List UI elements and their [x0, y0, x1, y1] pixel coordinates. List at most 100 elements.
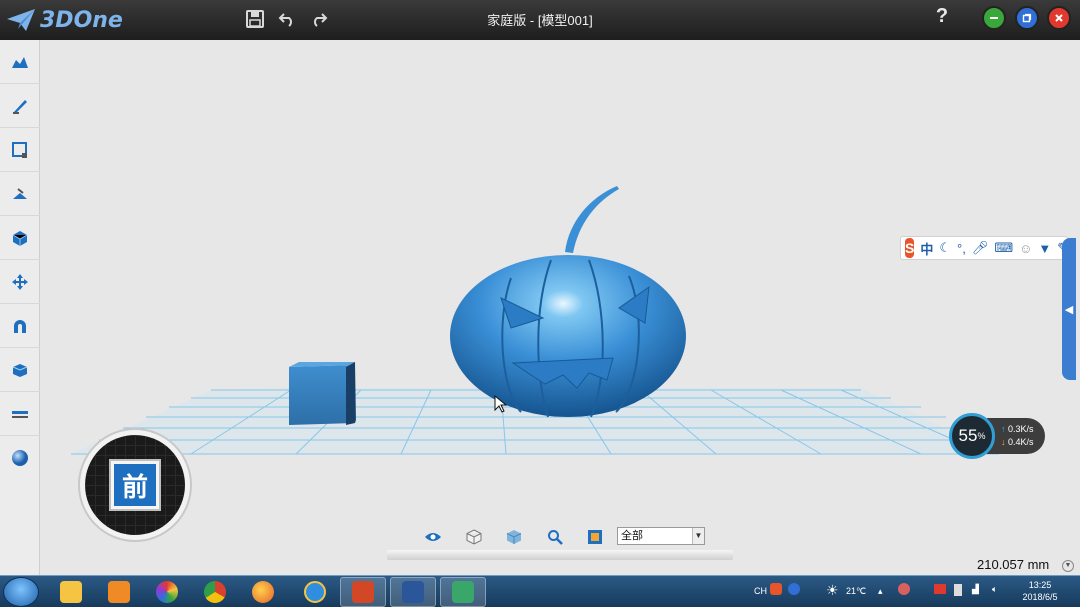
- sketch-edit-tool[interactable]: [0, 128, 40, 172]
- word-icon[interactable]: [390, 577, 436, 607]
- upload-rate: 0.3K/s: [1008, 424, 1034, 434]
- title-bar: 3DOne 家庭版 - [模型001] ?: [0, 0, 1080, 40]
- network-speed-widget[interactable]: ↑ 0.3K/s ↓ 0.4K/s 55%: [949, 413, 1045, 459]
- action-center-icon[interactable]: [934, 584, 946, 594]
- combine-icon: [12, 363, 28, 377]
- ie-icon[interactable]: [292, 577, 338, 607]
- minimize-button[interactable]: [982, 6, 1006, 30]
- punctuation-icon[interactable]: °,: [957, 241, 966, 256]
- help-tray-icon[interactable]: [788, 583, 800, 595]
- paper-plane-icon: [7, 9, 35, 31]
- volume-icon[interactable]: 🔈︎: [992, 584, 997, 595]
- measurement-toggle[interactable]: ▼: [1062, 560, 1074, 572]
- measurement-readout: 210.057 mm: [977, 557, 1050, 572]
- scene-canvas[interactable]: [41, 40, 1080, 575]
- shaded-cube-icon: [506, 530, 522, 544]
- shaded-button[interactable]: [503, 526, 525, 548]
- material-tool[interactable]: [0, 436, 40, 480]
- view-fit-button[interactable]: [584, 526, 606, 548]
- zoom-icon: [548, 530, 563, 545]
- ime-toolbar[interactable]: S 中 ☾ °, 🎤︎ ⌨ ☺ ▼ ✎: [900, 236, 1068, 260]
- window-title: 家庭版 - [模型001]: [487, 13, 593, 28]
- download-rate: 0.4K/s: [1008, 437, 1034, 447]
- zoom-button[interactable]: [544, 526, 566, 548]
- microphone-icon[interactable]: 🎤︎: [972, 240, 989, 256]
- right-panel-toggle[interactable]: ◀: [1062, 238, 1076, 380]
- moon-icon[interactable]: ☾: [939, 240, 951, 256]
- move-tool[interactable]: [0, 260, 40, 304]
- view-toolbar-shelf: [387, 550, 733, 560]
- view-cube-ring[interactable]: 前: [85, 435, 185, 535]
- 3d-viewport[interactable]: 前: [41, 40, 1080, 575]
- combine-tool[interactable]: [0, 348, 40, 392]
- chevron-down-icon[interactable]: ▼: [692, 528, 704, 544]
- keyboard-icon[interactable]: ⌨: [994, 240, 1013, 256]
- basic-solid-icon: [12, 56, 28, 68]
- shirt-icon[interactable]: ▼: [1038, 241, 1051, 256]
- cube-model[interactable]: [289, 362, 356, 425]
- sogou-tray-icon[interactable]: [770, 583, 782, 595]
- memory-percent-unit: %: [977, 431, 986, 441]
- save-icon: [246, 10, 264, 28]
- explorer-icon[interactable]: [48, 577, 94, 607]
- battery-icon[interactable]: [954, 584, 962, 596]
- adsorb-tool[interactable]: [0, 304, 40, 348]
- tray-expand-icon[interactable]: ▴: [878, 586, 883, 597]
- firefox-icon[interactable]: [240, 577, 286, 607]
- move-icon: [12, 273, 28, 290]
- special-feature-tool[interactable]: [0, 216, 40, 260]
- redo-button[interactable]: [306, 6, 332, 32]
- feature-tool[interactable]: [0, 172, 40, 216]
- restore-icon: [1022, 13, 1032, 23]
- 3done-icon[interactable]: [440, 577, 486, 607]
- memory-percent[interactable]: 55%: [949, 413, 995, 459]
- media-player-icon[interactable]: [96, 577, 142, 607]
- weather-temp[interactable]: 21℃: [846, 586, 866, 597]
- weather-icon[interactable]: ☀: [826, 582, 839, 599]
- powerpoint-icon[interactable]: [340, 577, 386, 607]
- view-fit-icon: [588, 530, 602, 544]
- clock-time: 13:25: [1028, 580, 1052, 590]
- wireframe-cube-icon: [466, 529, 482, 545]
- view-cube[interactable]: 前: [78, 428, 192, 542]
- chevron-left-icon: ◀: [1064, 303, 1074, 316]
- distance-tool[interactable]: [0, 392, 40, 436]
- sogou-logo-icon[interactable]: S: [905, 238, 915, 258]
- show-hide-button[interactable]: [422, 526, 444, 548]
- start-button[interactable]: [3, 577, 39, 607]
- filter-select[interactable]: 全部 ▼: [617, 527, 705, 545]
- material-icon: [12, 450, 28, 466]
- help-button[interactable]: ?: [931, 5, 953, 31]
- sketch-icon: [13, 99, 27, 114]
- view-toolbar: 全部 ▼: [387, 522, 733, 562]
- app-logo: 3DOne: [6, 4, 123, 36]
- ime-mode[interactable]: 中: [920, 239, 933, 258]
- download-arrow-icon: ↓: [1001, 437, 1006, 447]
- redo-icon: [314, 13, 328, 27]
- language-indicator[interactable]: CH: [754, 586, 767, 596]
- clock[interactable]: 13:25 2018/6/5: [1010, 579, 1070, 603]
- wireframe-button[interactable]: [463, 526, 485, 548]
- basic-solid-tool[interactable]: [0, 40, 40, 84]
- chrome-icon[interactable]: [192, 577, 238, 607]
- minimize-icon: [990, 17, 998, 19]
- feature-icon: [13, 187, 27, 199]
- sketch-edit-icon: [12, 141, 27, 158]
- security-tray-icon[interactable]: [898, 583, 910, 595]
- undo-icon: [278, 13, 292, 27]
- taskbar: CH ☀ 21℃ ▴ ▟ 🔈︎ 13:25 2018/6/5: [0, 575, 1080, 607]
- restore-button[interactable]: [1015, 6, 1039, 30]
- view-cube-front-face[interactable]: 前: [109, 459, 161, 511]
- eye-icon: [425, 533, 441, 541]
- save-button[interactable]: [242, 6, 268, 32]
- logo-text: 3DOne: [40, 7, 123, 33]
- picasa-icon[interactable]: [144, 577, 190, 607]
- network-icon[interactable]: ▟: [972, 584, 979, 595]
- sketch-tool[interactable]: [0, 84, 40, 128]
- undo-button[interactable]: [274, 6, 300, 32]
- user-icon[interactable]: ☺: [1019, 241, 1032, 256]
- close-button[interactable]: [1047, 6, 1071, 30]
- close-icon: [1055, 14, 1063, 22]
- pumpkin-model[interactable]: [450, 186, 686, 418]
- filter-select-value: 全部: [621, 530, 643, 542]
